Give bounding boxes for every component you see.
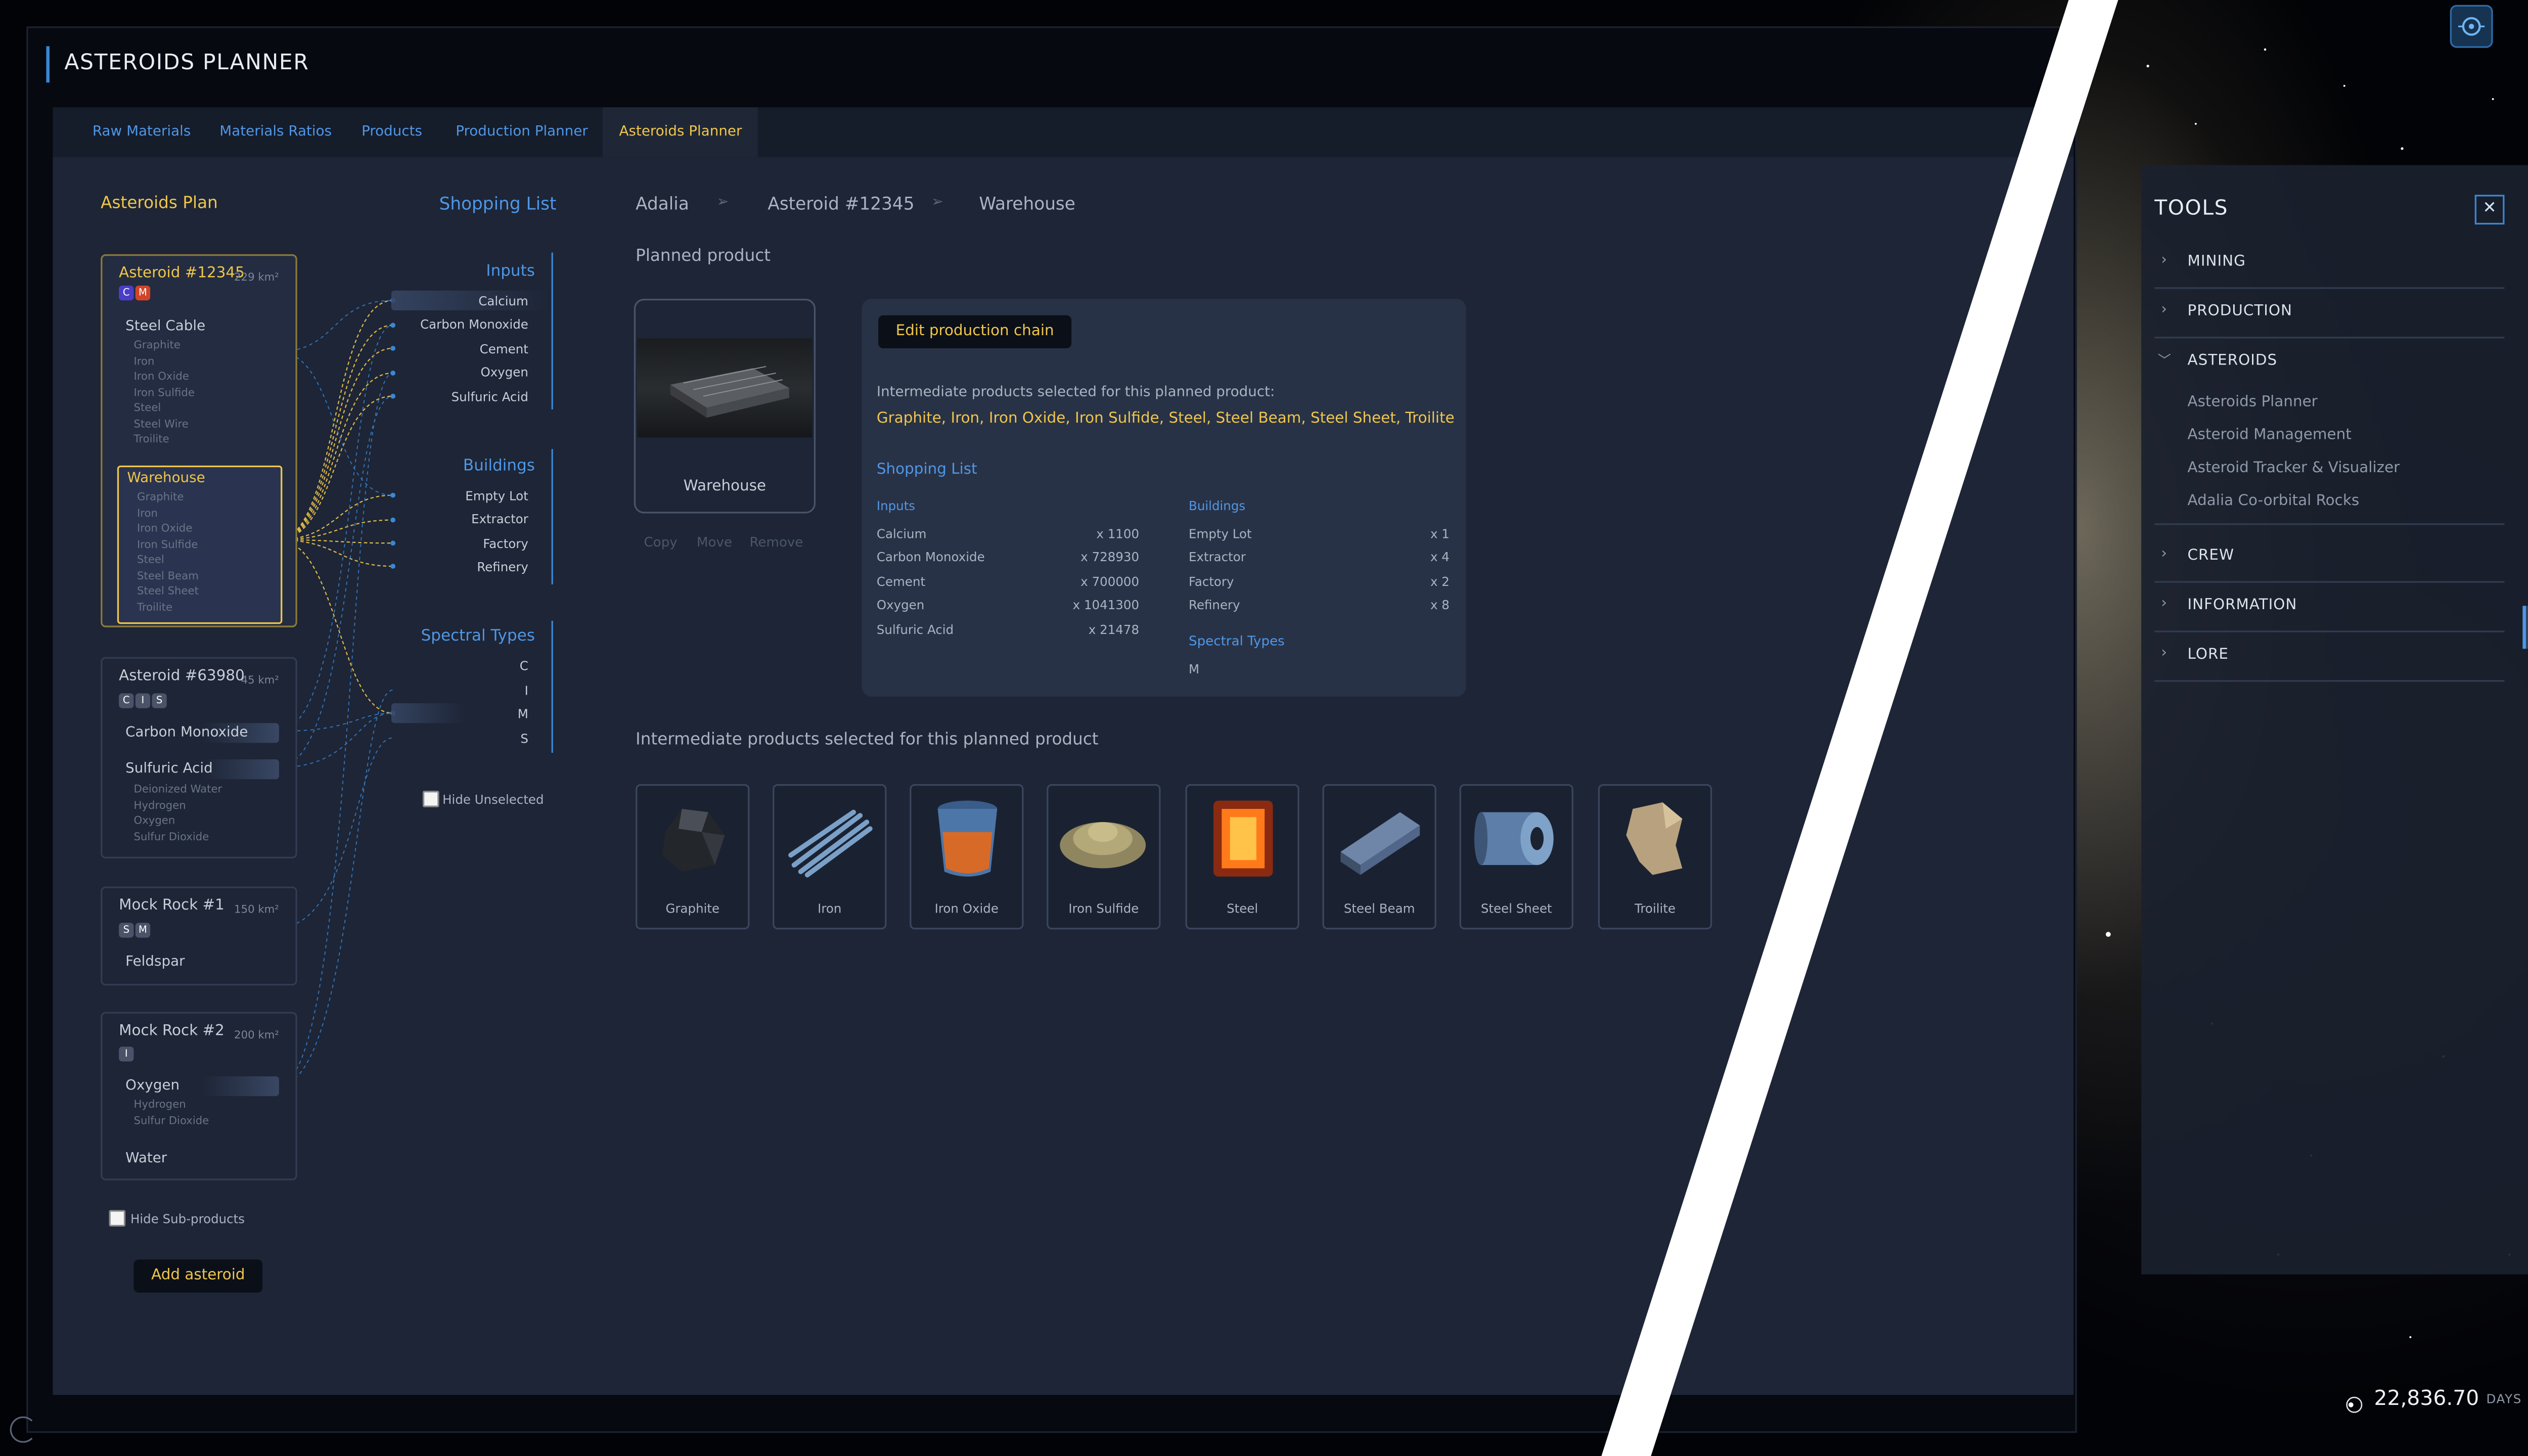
section-label: PRODUCTION [2187, 303, 2293, 321]
tools-section-mining[interactable]: › MINING [2154, 239, 2505, 289]
chevron-right-icon: › [2161, 252, 2168, 269]
section-label: INFORMATION [2187, 598, 2297, 614]
tools-item-asteroid-tracker[interactable]: Asteroid Tracker & Visualizer [2188, 461, 2400, 477]
section-label: LORE [2187, 647, 2229, 664]
tools-title: TOOLS [2154, 195, 2229, 220]
chevron-right-icon: › [2161, 596, 2168, 613]
bookmark-icon[interactable] [2522, 705, 2528, 748]
tools-section-lore[interactable]: › LORE [2154, 632, 2505, 682]
chevron-right-icon: › [2161, 302, 2168, 319]
section-label: CREW [2187, 548, 2235, 565]
section-label: ASTEROIDS [2187, 353, 2278, 370]
clock-value: 22,836.70 [2374, 1385, 2479, 1410]
send-icon[interactable]: ➤ [2522, 606, 2528, 649]
zoom-icon[interactable] [2522, 756, 2528, 799]
clock-unit: DAYS [2486, 1391, 2522, 1407]
tools-section-production[interactable]: › PRODUCTION [2154, 289, 2505, 339]
tools-item-asteroid-management[interactable]: Asteroid Management [2188, 428, 2352, 444]
chevron-right-icon: › [2161, 546, 2168, 563]
hub-icon[interactable] [2450, 5, 2493, 48]
filter-icon[interactable] [2522, 805, 2528, 848]
tools-item-asteroids-planner[interactable]: Asteroids Planner [2188, 394, 2318, 411]
clock-icon [2344, 1390, 2364, 1413]
chevron-down-icon: ﹀ [2157, 353, 2172, 369]
section-label: MINING [2187, 254, 2246, 271]
crosshair-icon[interactable]: ✜ [2522, 655, 2528, 698]
tools-section-information[interactable]: › INFORMATION [2154, 583, 2505, 632]
tools-item-coorbital-rocks[interactable]: Adalia Co-orbital Rocks [2188, 493, 2360, 510]
chevron-right-icon: › [2161, 645, 2168, 662]
tools-section-crew[interactable]: › CREW [2154, 533, 2505, 583]
close-icon[interactable]: ✕ [2474, 195, 2505, 225]
loading-icon [10, 1416, 36, 1443]
